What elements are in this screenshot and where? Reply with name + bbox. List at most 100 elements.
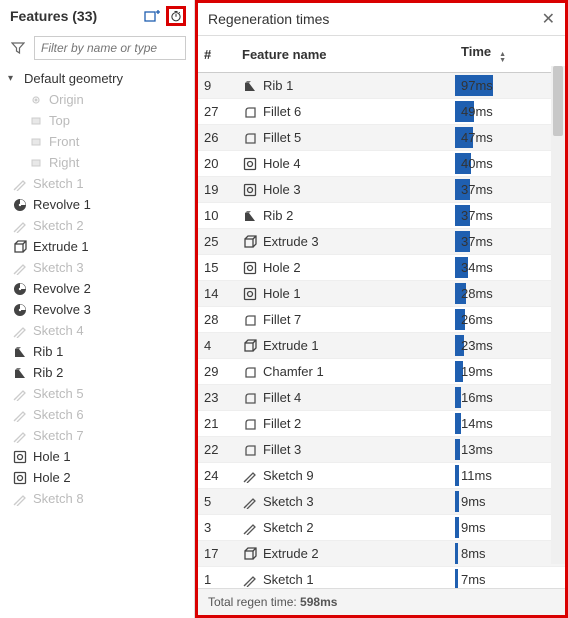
filter-input[interactable] (34, 36, 186, 60)
tree-feature[interactable]: Hole 2 (0, 467, 194, 488)
tree-feature[interactable]: Revolve 1 (0, 194, 194, 215)
col-feature-name[interactable]: Feature name (236, 36, 455, 73)
cell-name: Hole 3 (236, 177, 455, 203)
table-row[interactable]: 23 Fillet 4 16ms (198, 385, 565, 411)
table-row[interactable]: 20 Hole 4 40ms (198, 151, 565, 177)
regen-footer: Total regen time: 598ms (198, 589, 565, 615)
tree-feature[interactable]: Rib 2 (0, 362, 194, 383)
sketch-icon (242, 572, 257, 587)
tree-feature[interactable]: Sketch 2 (0, 215, 194, 236)
table-row[interactable]: 26 Fillet 5 47ms (198, 125, 565, 151)
extrude-icon (12, 239, 27, 254)
cell-index: 17 (198, 541, 236, 567)
tree-feature[interactable]: Rib 1 (0, 341, 194, 362)
tree-feature-label: Sketch 3 (33, 260, 186, 275)
tree-feature[interactable]: Sketch 4 (0, 320, 194, 341)
sketch-icon (242, 494, 257, 509)
tree-feature-label: Hole 1 (33, 449, 186, 464)
extrude-icon (242, 234, 257, 249)
cell-time: 16ms (455, 385, 565, 411)
cell-time: 34ms (455, 255, 565, 281)
filter-icon[interactable] (8, 38, 28, 58)
cell-name: Fillet 5 (236, 125, 455, 151)
tree-feature[interactable]: Revolve 3 (0, 299, 194, 320)
col-index[interactable]: # (198, 36, 236, 73)
fillet-icon (242, 416, 257, 431)
table-row[interactable]: 1 Sketch 1 7ms (198, 567, 565, 590)
cell-name: Extrude 3 (236, 229, 455, 255)
table-row[interactable]: 19 Hole 3 37ms (198, 177, 565, 203)
cell-name: Rib 2 (236, 203, 455, 229)
cell-index: 28 (198, 307, 236, 333)
table-row[interactable]: 28 Fillet 7 26ms (198, 307, 565, 333)
tree-child[interactable]: Right (0, 152, 194, 173)
cell-index: 20 (198, 151, 236, 177)
table-row[interactable]: 17 Extrude 2 8ms (198, 541, 565, 567)
add-feature-icon[interactable] (142, 6, 162, 26)
origin-icon (28, 92, 43, 107)
cell-name: Fillet 2 (236, 411, 455, 437)
sketch-icon (12, 218, 27, 233)
table-row[interactable]: 9 Rib 1 97ms (198, 73, 565, 99)
cell-name: Extrude 2 (236, 541, 455, 567)
sketch-icon (12, 491, 27, 506)
features-title: Features (33) (10, 8, 97, 24)
tree-child[interactable]: Top (0, 110, 194, 131)
vertical-scrollbar[interactable] (551, 66, 565, 564)
table-row[interactable]: 21 Fillet 2 14ms (198, 411, 565, 437)
rib-icon (242, 78, 257, 93)
cell-time: 11ms (455, 463, 565, 489)
tree-feature[interactable]: Sketch 5 (0, 383, 194, 404)
table-row[interactable]: 14 Hole 1 28ms (198, 281, 565, 307)
tree-group[interactable]: ▾ Default geometry (0, 68, 194, 89)
chevron-down-icon: ▾ (8, 73, 18, 84)
tree-feature[interactable]: Revolve 2 (0, 278, 194, 299)
cell-name: Chamfer 1 (236, 359, 455, 385)
table-row[interactable]: 29 Chamfer 1 19ms (198, 359, 565, 385)
cell-time: 14ms (455, 411, 565, 437)
cell-index: 1 (198, 567, 236, 590)
close-icon[interactable]: ✕ (542, 9, 555, 29)
table-row[interactable]: 22 Fillet 3 13ms (198, 437, 565, 463)
sketch-icon (12, 386, 27, 401)
table-row[interactable]: 25 Extrude 3 37ms (198, 229, 565, 255)
col-time[interactable]: Time▲▼ (455, 36, 565, 73)
table-row[interactable]: 24 Sketch 9 11ms (198, 463, 565, 489)
cell-time: 9ms (455, 489, 565, 515)
hole-icon (242, 286, 257, 301)
cell-name: Sketch 2 (236, 515, 455, 541)
tree-feature-label: Rib 2 (33, 365, 186, 380)
sketch-icon (12, 407, 27, 422)
table-row[interactable]: 5 Sketch 3 9ms (198, 489, 565, 515)
tree-feature[interactable]: Sketch 8 (0, 488, 194, 509)
extrude-icon (242, 546, 257, 561)
tree-feature[interactable]: Sketch 6 (0, 404, 194, 425)
fillet-icon (242, 390, 257, 405)
cell-time: 40ms (455, 151, 565, 177)
hole-icon (12, 470, 27, 485)
table-row[interactable]: 10 Rib 2 37ms (198, 203, 565, 229)
cell-name: Sketch 3 (236, 489, 455, 515)
table-row[interactable]: 27 Fillet 6 49ms (198, 99, 565, 125)
cell-name: Sketch 9 (236, 463, 455, 489)
tree-feature[interactable]: Sketch 1 (0, 173, 194, 194)
tree-child[interactable]: Front (0, 131, 194, 152)
tree-feature-label: Sketch 7 (33, 428, 186, 443)
cell-time: 97ms (455, 73, 565, 99)
tree-feature[interactable]: Sketch 7 (0, 425, 194, 446)
cell-index: 26 (198, 125, 236, 151)
tree-feature-label: Revolve 2 (33, 281, 186, 296)
tree-feature[interactable]: Extrude 1 (0, 236, 194, 257)
tree-child[interactable]: Origin (0, 89, 194, 110)
tree-child-label: Origin (49, 92, 186, 107)
cell-index: 3 (198, 515, 236, 541)
tree-feature[interactable]: Hole 1 (0, 446, 194, 467)
table-row[interactable]: 3 Sketch 2 9ms (198, 515, 565, 541)
cell-name: Fillet 6 (236, 99, 455, 125)
tree-feature[interactable]: Sketch 3 (0, 257, 194, 278)
table-row[interactable]: 15 Hole 2 34ms (198, 255, 565, 281)
table-row[interactable]: 4 Extrude 1 23ms (198, 333, 565, 359)
regen-times-icon[interactable] (166, 6, 186, 26)
sketch-icon (12, 428, 27, 443)
regen-table: # Feature name Time▲▼ 9 Rib 1 97ms 27 Fi… (198, 36, 565, 589)
